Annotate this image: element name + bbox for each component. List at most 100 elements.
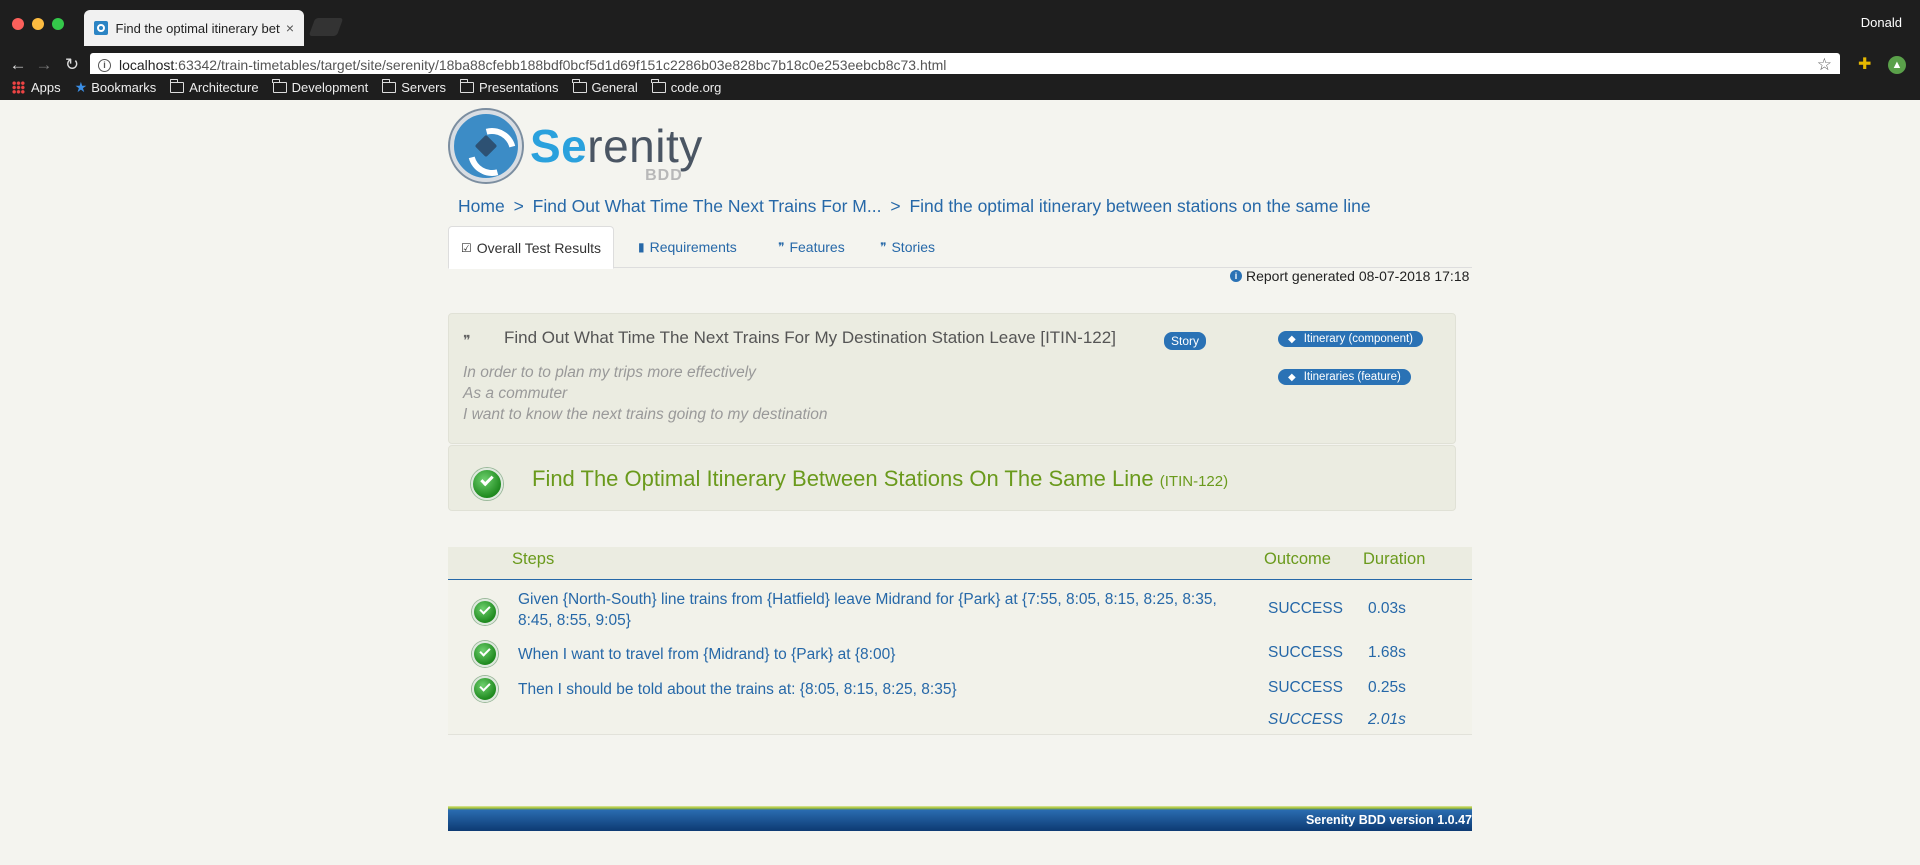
bookmark-bookmarks[interactable]: ★ Bookmarks <box>75 79 157 96</box>
tab-features[interactable]: ❞ Features <box>766 226 857 268</box>
success-check-icon <box>472 641 498 667</box>
story-title: Find Out What Time The Next Trains For M… <box>504 328 1116 347</box>
bookmark-label: Development <box>291 79 369 95</box>
bookmark-label: Servers <box>401 79 447 95</box>
story-narrative-line: In order to to plan my trips more effect… <box>463 364 756 381</box>
minimize-window-button[interactable] <box>32 18 44 30</box>
checkbox-icon: ☑ <box>461 240 472 255</box>
serenity-logo[interactable]: Serenity BDD <box>450 106 703 186</box>
logo-rest: renity <box>587 120 703 172</box>
breadcrumb: Home > Find Out What Time The Next Train… <box>458 196 1371 217</box>
footer-version: Serenity BDD version 1.0.47 <box>1305 813 1472 827</box>
scenario-title-text: Find The Optimal Itinerary Between Stati… <box>532 466 1154 491</box>
reload-icon[interactable]: ↻ <box>62 55 82 75</box>
folder-icon <box>381 78 397 93</box>
tag-icon: ◆ <box>1288 333 1296 345</box>
tag-icon: ◆ <box>1288 371 1296 383</box>
bookmark-code-org[interactable]: code.org <box>651 78 722 95</box>
url-path: :63342/train-timetables/target/site/sere… <box>174 57 947 73</box>
story-narrative-line: As a commuter <box>463 385 568 402</box>
tab-label: Stories <box>891 239 936 255</box>
new-tab-button[interactable] <box>308 18 344 36</box>
book-icon: ▮ <box>638 240 645 254</box>
folder-icon <box>651 78 666 93</box>
bookmark-label: code.org <box>670 79 722 95</box>
profile-name[interactable]: Donald <box>1861 15 1902 30</box>
total-duration: 2.01s <box>1368 711 1406 728</box>
step-text: Then I should be told about the trains a… <box>518 681 957 698</box>
page-info-icon[interactable]: i <box>98 58 111 72</box>
comments-icon: ❞ <box>463 332 471 348</box>
step-outcome: SUCCESS <box>1268 679 1343 696</box>
step-text: Given {North-South} line trains from {Ha… <box>518 591 1217 629</box>
header-steps: Steps <box>512 550 555 568</box>
star-icon: ★ <box>74 78 88 95</box>
comments-icon: ❞ <box>880 240 887 254</box>
bookmark-general[interactable]: General <box>572 78 638 95</box>
bookmark-star-icon[interactable]: ☆ <box>1817 55 1832 75</box>
table-row: When I want to travel from {Midrand} to … <box>448 638 1472 674</box>
serenity-favicon-icon <box>94 21 108 35</box>
info-icon: i <box>1230 270 1242 282</box>
step-outcome: SUCCESS <box>1268 600 1343 617</box>
tab-label: Overall Test Results <box>476 239 601 256</box>
tag-itinerary-component[interactable]: ◆ Itinerary (component) <box>1278 331 1423 347</box>
back-arrow-icon[interactable]: ← <box>8 55 28 75</box>
scenario-title: Find The Optimal Itinerary Between Stati… <box>532 466 1228 492</box>
forward-arrow-icon[interactable]: → <box>34 55 54 75</box>
step-outcome: SUCCESS <box>1268 644 1343 661</box>
logo-prefix: Se <box>530 120 588 172</box>
breadcrumb-home[interactable]: Home <box>458 196 505 216</box>
steps-table: Steps Outcome Duration Given {North-Sout… <box>448 547 1472 835</box>
close-window-button[interactable] <box>12 18 24 30</box>
tab-overall-test-results[interactable]: ☑ Overall Test Results <box>448 226 614 269</box>
bookmark-servers[interactable]: Servers <box>381 78 447 95</box>
tab-requirements[interactable]: ▮ Requirements <box>626 226 749 268</box>
scenario-panel: Find The Optimal Itinerary Between Stati… <box>448 445 1456 511</box>
tab-close-icon[interactable]: × <box>286 20 294 36</box>
tab-label: Features <box>789 239 845 255</box>
table-row: Given {North-South} line trains from {Ha… <box>448 580 1472 638</box>
comments-icon: ❞ <box>778 240 785 254</box>
bookmark-presentations[interactable]: Presentations <box>459 78 559 95</box>
tag-label: Itinerary (component) <box>1303 333 1413 345</box>
tab-label: Requirements <box>649 239 737 255</box>
bookmark-label: Architecture <box>189 79 259 95</box>
header-outcome: Outcome <box>1264 550 1331 568</box>
tab-stories[interactable]: ❞ Stories <box>868 226 947 268</box>
steps-table-header: Steps Outcome Duration <box>448 547 1472 580</box>
browser-tab[interactable]: Find the optimal itinerary betw × <box>84 10 304 46</box>
bookmark-architecture[interactable]: Architecture <box>169 78 259 95</box>
logo-subtitle: BDD <box>645 167 683 184</box>
tag-itineraries-feature[interactable]: ◆ Itineraries (feature) <box>1278 369 1411 385</box>
breadcrumb-separator: > <box>890 196 901 216</box>
folder-icon <box>459 78 475 93</box>
success-check-icon <box>472 676 498 702</box>
scenario-id: (ITIN-122) <box>1159 473 1229 490</box>
bookmark-label: Bookmarks <box>91 79 157 95</box>
extension-puzzle-icon[interactable]: ✚ <box>1858 56 1876 74</box>
breadcrumb-story[interactable]: Find Out What Time The Next Trains For M… <box>533 196 882 216</box>
table-row: Then I should be told about the trains a… <box>448 674 1472 706</box>
bookmarks-bar: Apps ★ Bookmarks Architecture Development… <box>0 74 1920 100</box>
report-footer: Serenity BDD version 1.0.47 <box>448 806 1472 831</box>
serenity-logo-text: Serenity BDD <box>530 119 703 184</box>
bookmark-development[interactable]: Development <box>272 78 369 95</box>
bookmark-label: General <box>591 79 638 95</box>
step-duration: 0.03s <box>1368 600 1406 617</box>
url-text[interactable]: localhost:63342/train-timetables/target/… <box>119 57 946 73</box>
browser-titlebar: Find the optimal itinerary betw × Donald <box>0 0 1920 46</box>
breadcrumb-current: Find the optimal itinerary between stati… <box>909 196 1371 216</box>
success-check-icon <box>472 599 498 625</box>
tag-label: Itineraries (feature) <box>1303 371 1401 383</box>
bookmark-apps[interactable]: Apps <box>12 80 61 95</box>
header-duration: Duration <box>1363 550 1426 568</box>
step-duration: 1.68s <box>1368 644 1406 661</box>
folder-icon <box>572 78 587 93</box>
extension-green-icon[interactable]: ▲ <box>1888 56 1906 74</box>
browser-tab-title: Find the optimal itinerary betw <box>115 20 280 36</box>
total-outcome: SUCCESS <box>1268 711 1343 728</box>
maximize-window-button[interactable] <box>52 18 64 30</box>
step-text: When I want to travel from {Midrand} to … <box>518 646 896 663</box>
story-badge: Story <box>1164 332 1207 350</box>
